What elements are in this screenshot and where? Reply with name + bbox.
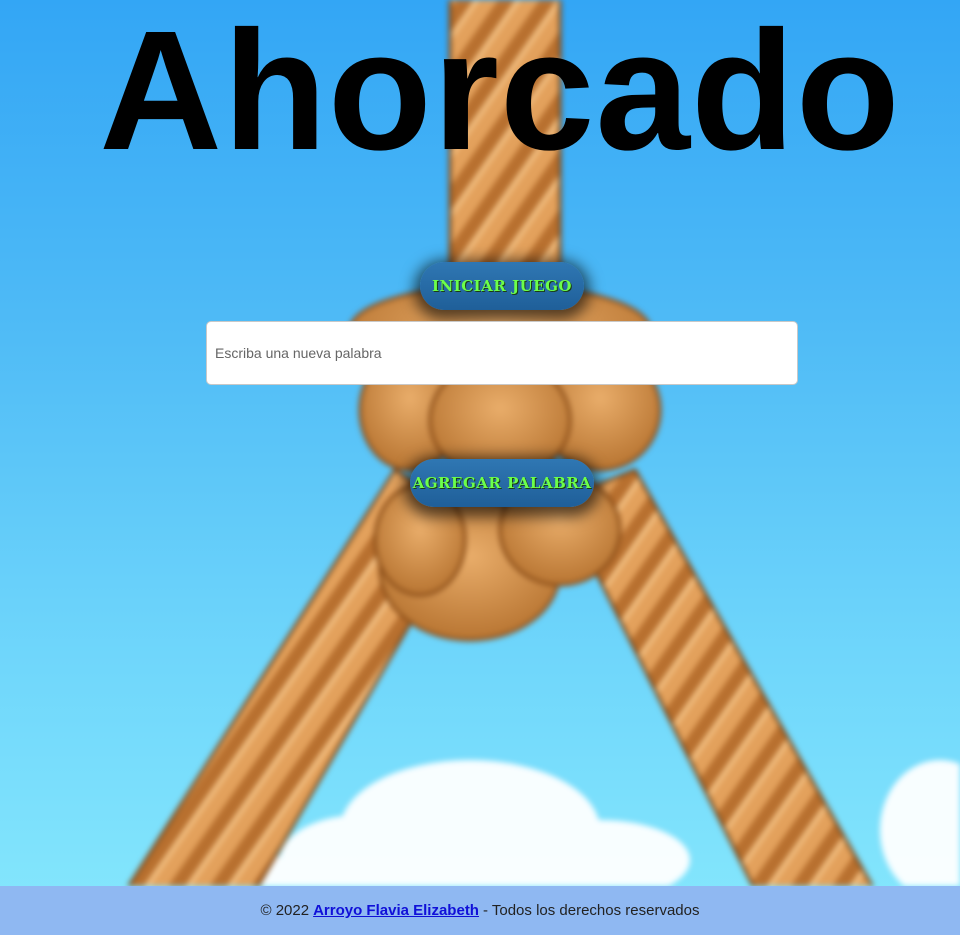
new-word-input[interactable] — [206, 321, 798, 385]
footer-rights: - Todos los derechos reservados — [482, 902, 700, 919]
footer: © 2022 Arroyo Flavia Elizabeth - Todos l… — [0, 886, 960, 935]
page-title: Ahorcado — [99, 0, 901, 186]
add-word-button[interactable]: AGREGAR PALABRA — [410, 459, 594, 507]
author-link[interactable]: Arroyo Flavia Elizabeth — [313, 902, 479, 919]
start-game-button[interactable]: INICIAR JUEGO — [420, 262, 584, 310]
footer-copyright: © 2022 — [260, 902, 310, 919]
